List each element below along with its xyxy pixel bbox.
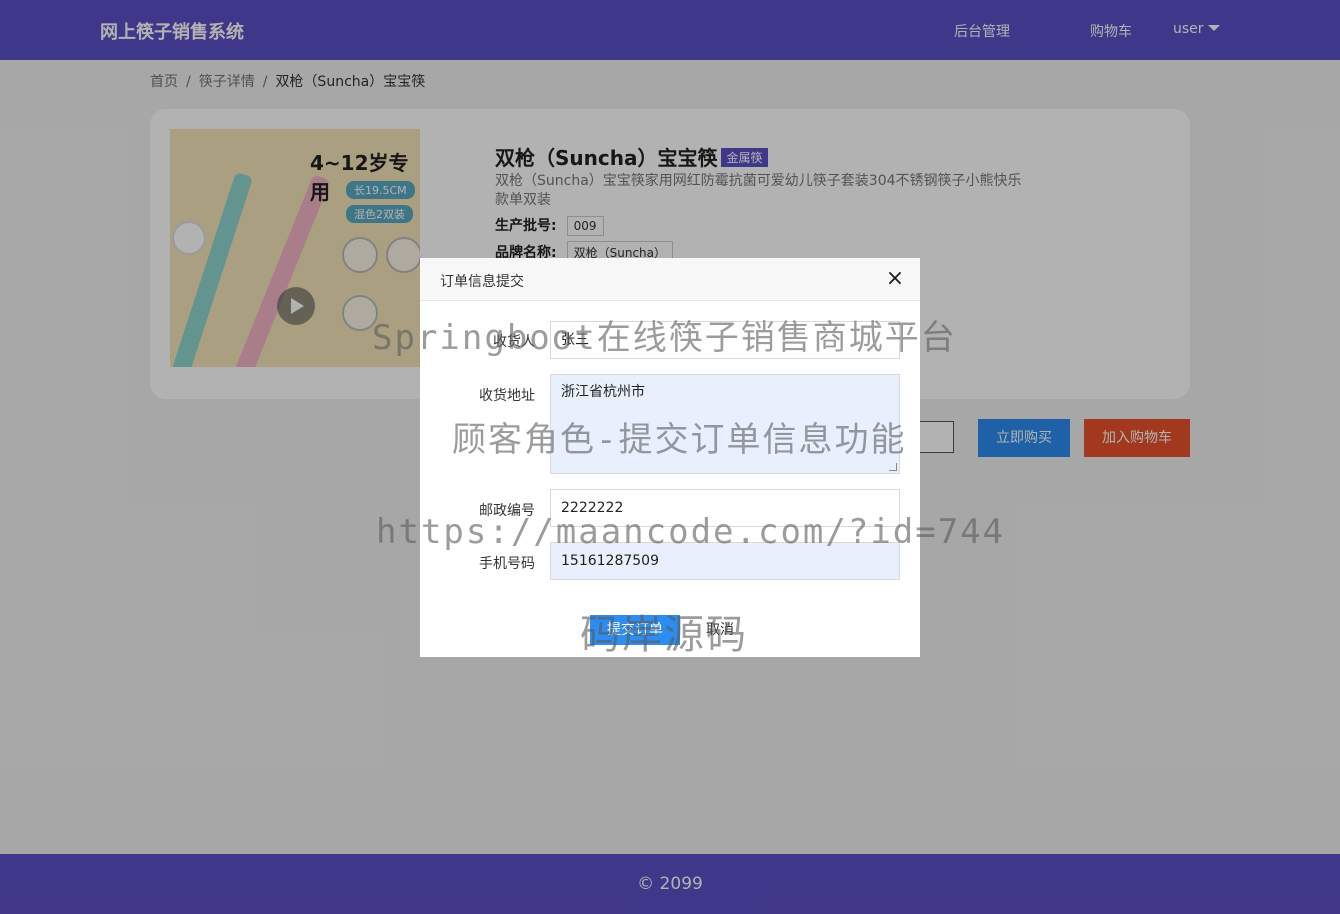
phone-label: 手机号码 [479, 556, 535, 572]
dialog-title: 订单信息提交 [440, 274, 524, 290]
dialog-header: 订单信息提交 × [420, 258, 920, 301]
watermark-text: Springboot在线筷子销售商城平台 [372, 318, 957, 358]
watermark-text: 码岸源码 [580, 612, 748, 658]
watermark-text: https://maancode.com/?id=744 [376, 512, 1006, 552]
address-value: 浙江省杭州市 [561, 384, 645, 400]
watermark-text: 顾客角色-提交订单信息功能 [452, 420, 907, 460]
close-icon[interactable]: × [884, 268, 906, 290]
address-label: 收货地址 [479, 388, 535, 404]
resize-handle-icon[interactable] [889, 463, 897, 471]
